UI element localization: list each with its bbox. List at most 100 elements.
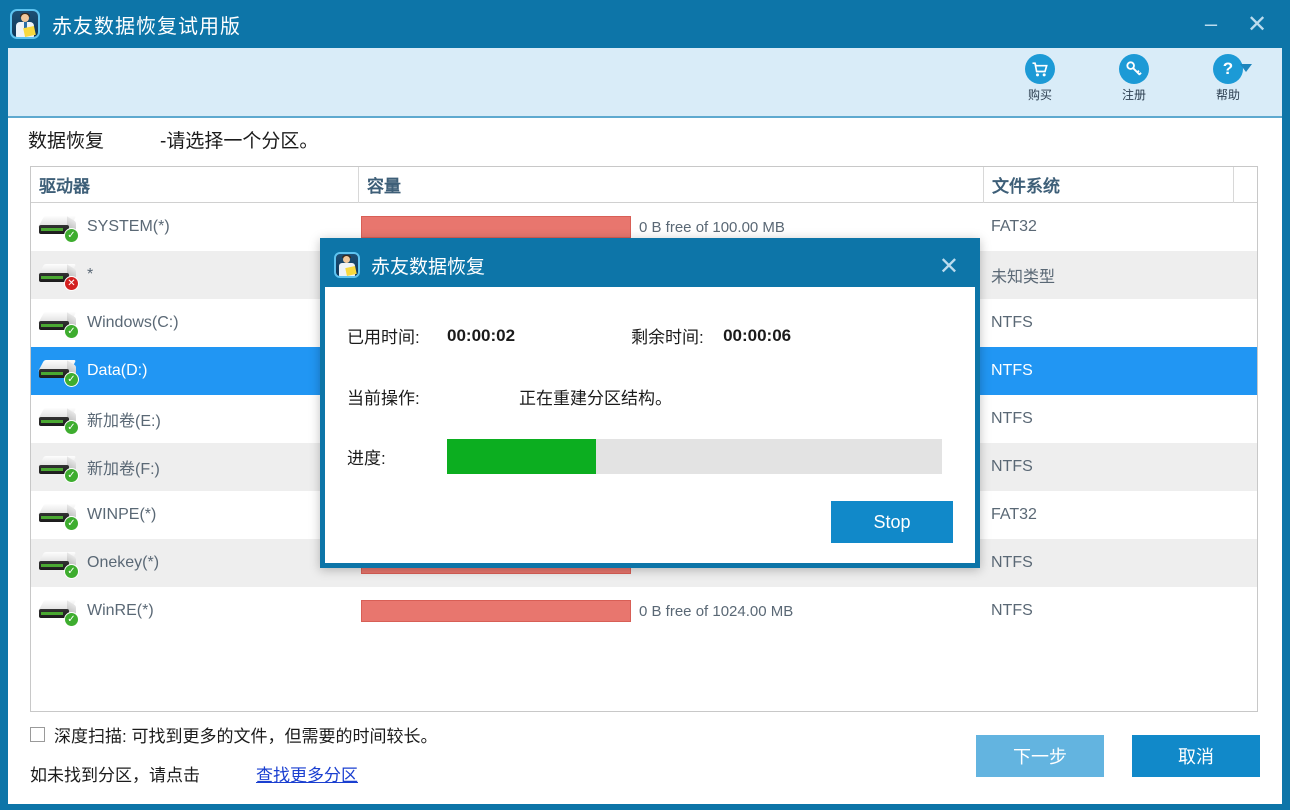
cell-spacer [1233, 347, 1257, 395]
cell-spacer [1233, 395, 1257, 443]
progress-bar-track [447, 439, 942, 474]
progress-label: 进度: [347, 449, 386, 468]
cell-drive: ✕ * [31, 251, 358, 299]
cell-drive: ✓ Data(D:) [31, 347, 358, 395]
dialog-operation-row: 当前操作: 正在重建分区结构。 [347, 384, 953, 409]
cell-filesystem: NTFS [991, 554, 1033, 571]
cell-filesystem: NTFS [991, 314, 1033, 331]
drive-ok-icon: ✓ [37, 358, 79, 387]
elapsed-time-value: 00:00:02 [447, 325, 516, 345]
drive-label: WinRE(*) [87, 602, 154, 619]
close-button[interactable]: ✕ [1234, 0, 1280, 48]
application-window: 赤友数据恢复试用版 – ✕ 购买 注册 ? 帮助 数据恢复 -请选择一个分区。 … [0, 0, 1290, 810]
capacity-bar [361, 216, 631, 238]
cell-drive: ✓ SYSTEM(*) [31, 203, 358, 251]
cell-filesystem: FAT32 [991, 506, 1037, 523]
drive-label: 新加卷(F:) [87, 461, 160, 478]
cell-filesystem: NTFS [991, 458, 1033, 475]
operation-value: 正在重建分区结构。 [519, 389, 672, 408]
column-header-drive[interactable]: 驱动器 [31, 167, 358, 203]
toolbar-label-buy: 购买 [1027, 88, 1052, 102]
column-header-capacity[interactable]: 容量 [358, 167, 983, 203]
chevron-down-icon[interactable] [1240, 64, 1252, 72]
remaining-time-value: 00:00:06 [723, 325, 792, 345]
page-subtitle: -请选择一个分区。 [160, 131, 319, 152]
dialog-time-row: 已用时间: 00:00:02 剩余时间: 00:00:06 [347, 323, 953, 348]
drive-ok-icon: ✓ [37, 214, 79, 243]
toolbar: 购买 注册 ? 帮助 [8, 48, 1282, 118]
window-controls: – ✕ [1188, 0, 1290, 48]
cell-drive: ✓ Onekey(*) [31, 539, 358, 587]
cell-filesystem: NTFS [991, 602, 1033, 619]
drive-label: Onekey(*) [87, 554, 160, 571]
drive-label: 新加卷(E:) [87, 413, 161, 430]
app-logo-icon [10, 9, 40, 39]
deep-scan-label: 深度扫描: 可找到更多的文件，但需要的时间较长。 [54, 727, 438, 746]
cart-icon [1025, 54, 1055, 84]
column-header-spacer [1233, 167, 1257, 203]
drive-ok-icon: ✓ [37, 598, 79, 627]
drive-label: SYSTEM(*) [87, 218, 170, 235]
page-heading: 数据恢复 -请选择一个分区。 [28, 126, 318, 153]
toolbar-item-help[interactable]: ? 帮助 [1196, 54, 1260, 103]
cell-spacer [1233, 587, 1257, 635]
cell-drive: ✓ 新加卷(F:) [31, 443, 358, 491]
find-more-partitions-link[interactable]: 查找更多分区 [256, 761, 358, 786]
dialog-app-icon [334, 252, 360, 278]
cell-drive: ✓ WinRE(*) [31, 587, 358, 635]
progress-dialog: 赤友数据恢复 ✕ 已用时间: 00:00:02 剩余时间: 00:00:06 当… [320, 238, 980, 568]
toolbar-item-register[interactable]: 注册 [1102, 54, 1166, 103]
drive-label: Windows(C:) [87, 314, 179, 331]
cancel-button[interactable]: 取消 [1132, 735, 1260, 777]
drive-label: * [87, 266, 94, 283]
drive-ok-icon: ✓ [37, 550, 79, 579]
drive-label: WINPE(*) [87, 506, 157, 523]
capacity-text: 0 B free of 1024.00 MB [639, 602, 794, 620]
cell-spacer [1233, 491, 1257, 539]
cell-spacer [1233, 299, 1257, 347]
dialog-title-bar: 赤友数据恢复 ✕ [325, 243, 975, 287]
question-icon: ? [1213, 54, 1243, 84]
page-title: 数据恢复 [28, 131, 105, 152]
deep-scan-checkbox[interactable] [30, 727, 45, 742]
cell-drive: ✓ Windows(C:) [31, 299, 358, 347]
dialog-close-button[interactable]: ✕ [939, 252, 959, 281]
title-bar: 赤友数据恢复试用版 – ✕ [0, 0, 1290, 48]
toolbar-item-buy[interactable]: 购买 [1008, 54, 1072, 103]
cell-drive: ✓ WINPE(*) [31, 491, 358, 539]
cell-spacer [1233, 443, 1257, 491]
dialog-title: 赤友数据恢复 [371, 256, 486, 278]
drive-error-icon: ✕ [37, 262, 79, 291]
wizard-buttons: 下一步 取消 [976, 735, 1260, 777]
cell-spacer [1233, 203, 1257, 251]
dialog-body: 已用时间: 00:00:02 剩余时间: 00:00:06 当前操作: 正在重建… [325, 287, 975, 573]
drive-ok-icon: ✓ [37, 502, 79, 531]
next-button[interactable]: 下一步 [976, 735, 1104, 777]
window-title: 赤友数据恢复试用版 [52, 15, 241, 38]
remaining-time-label: 剩余时间: [631, 328, 704, 347]
table-header-row: 驱动器 容量 文件系统 [31, 167, 1257, 203]
table-row[interactable]: ✓ WinRE(*) 0 B free of 1024.00 MB NTFS [31, 587, 1257, 635]
cell-filesystem: NTFS [991, 362, 1033, 379]
stop-button[interactable]: Stop [831, 501, 953, 543]
drive-ok-icon: ✓ [37, 454, 79, 483]
cell-filesystem: FAT32 [991, 218, 1037, 235]
cell-filesystem: 未知类型 [991, 269, 1056, 286]
cell-filesystem: NTFS [991, 410, 1033, 427]
column-header-filesystem[interactable]: 文件系统 [983, 167, 1233, 203]
capacity-text: 0 B free of 100.00 MB [639, 218, 785, 236]
find-more-hint: 如未找到分区，请点击 [30, 766, 200, 785]
capacity-bar [361, 600, 631, 622]
progress-bar-fill [447, 439, 596, 474]
drive-label: Data(D:) [87, 362, 148, 379]
cell-spacer [1233, 539, 1257, 587]
cell-drive: ✓ 新加卷(E:) [31, 395, 358, 443]
elapsed-time-label: 已用时间: [347, 328, 420, 347]
cell-capacity: 0 B free of 1024.00 MB [358, 587, 983, 635]
dialog-progress-row: 进度: [347, 439, 953, 474]
drive-ok-icon: ✓ [37, 406, 79, 435]
minimize-button[interactable]: – [1188, 0, 1234, 48]
drive-ok-icon: ✓ [37, 310, 79, 339]
toolbar-label-register: 注册 [1121, 88, 1146, 102]
operation-label: 当前操作: [347, 389, 420, 408]
